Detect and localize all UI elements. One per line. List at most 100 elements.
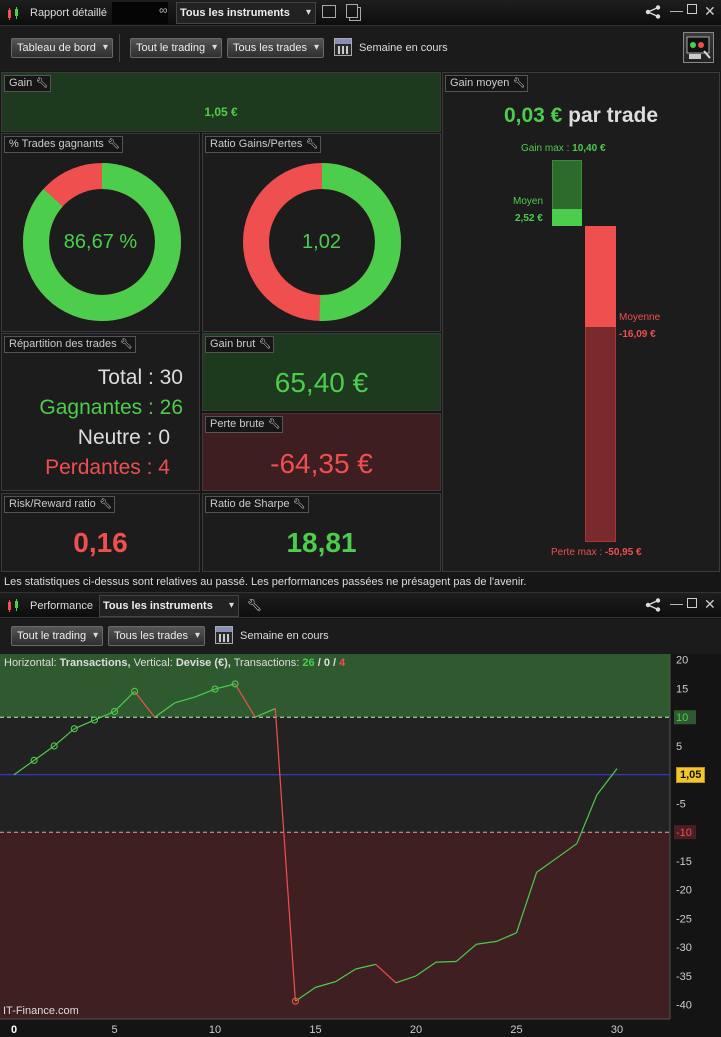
dashboard-dropdown[interactable]: Tableau de bord xyxy=(11,38,113,58)
gross-loss-value: -64,35 € xyxy=(270,448,373,479)
gross-loss-title[interactable]: Perte brute 🔧︎ xyxy=(205,416,284,433)
wrench-icon[interactable]: 🔧︎ xyxy=(247,598,262,612)
share-icon[interactable] xyxy=(645,5,661,22)
current-value-badge: 1,05 xyxy=(676,766,706,783)
link-icon[interactable]: ∞ xyxy=(159,3,168,17)
wrench-icon[interactable]: 🔧︎ xyxy=(36,76,49,91)
chevron-down-icon: ▾ xyxy=(305,7,311,18)
gain-value: 1,05 € xyxy=(204,105,238,119)
wrench-icon[interactable]: 🔧︎ xyxy=(306,137,319,152)
close-icon[interactable]: ✕ xyxy=(704,596,716,613)
trading-dropdown[interactable]: Tout le trading xyxy=(130,38,223,58)
y-ticks: 20 15 10 5 -5 -10 -15 -20 -25 -30 -35 -40 xyxy=(674,655,696,1012)
avg-gain-bar-value: 2,52 € xyxy=(515,213,543,224)
close-icon[interactable]: ✕ xyxy=(704,3,716,20)
legend-h-value: Transactions, xyxy=(59,657,131,669)
distribution-title[interactable]: Répartition des trades 🔧︎ xyxy=(4,336,136,353)
calendar-icon[interactable] xyxy=(215,626,233,644)
max-gain-row: Gain max : 10,40 € xyxy=(521,143,606,154)
bottom-window-titlebar: Performance Tous les instruments ▾ 🔧︎ — … xyxy=(0,592,721,618)
report-settings-icon[interactable] xyxy=(683,32,714,63)
x-tick-label: 20 xyxy=(410,1024,422,1036)
trades-dropdown[interactable]: Tous les trades xyxy=(227,38,324,58)
legend-separator: / xyxy=(314,657,324,669)
x-tick-label: 10 xyxy=(209,1024,221,1036)
y-tick-label: -40 xyxy=(676,1000,692,1012)
wrench-icon[interactable]: 🔧︎ xyxy=(120,337,133,352)
y-tick-label: -25 xyxy=(676,913,692,925)
minimize-icon[interactable]: — xyxy=(670,3,683,18)
avg-loss-bar-fill xyxy=(585,226,616,327)
minimize-icon[interactable]: — xyxy=(670,596,683,611)
y-tick-label: 10 xyxy=(676,712,688,724)
legend-t-label: Transactions: xyxy=(233,657,300,669)
trading-dropdown[interactable]: Tout le trading xyxy=(11,626,104,646)
watermark: IT-Finance.com xyxy=(3,1005,79,1017)
y-tick-label: 5 xyxy=(676,741,682,753)
y-tick-label: 15 xyxy=(676,683,688,695)
sharpe-title[interactable]: Ratio de Sharpe 🔧︎ xyxy=(205,496,309,513)
legend-separator: / xyxy=(329,657,340,669)
win-rate-panel: % Trades gagnants 🔧︎ 86,67 % xyxy=(1,133,200,332)
copy-icon[interactable] xyxy=(346,4,358,18)
maximize-icon[interactable] xyxy=(687,4,697,14)
gain-loss-ratio-title[interactable]: Ratio Gains/Pertes 🔧︎ xyxy=(205,136,322,153)
avg-gain-value: 0,03 € xyxy=(503,104,563,127)
avg-gain-title[interactable]: Gain moyen 🔧︎ xyxy=(445,75,529,92)
distribution-total: Total : 30 xyxy=(97,366,183,389)
sharpe-panel: Ratio de Sharpe 🔧︎ 18,81 xyxy=(202,493,441,572)
gain-loss-ratio-value: 1,02 xyxy=(302,231,341,253)
gross-loss-panel: Perte brute 🔧︎ -64,35 € xyxy=(202,413,441,491)
avg-gain-unit: par trade xyxy=(568,104,659,127)
y-tick-label: -20 xyxy=(676,885,692,897)
x-ticks: 0 5 10 15 20 25 30 xyxy=(11,1024,623,1036)
gain-title[interactable]: Gain 🔧︎ xyxy=(4,75,52,92)
instrument-tab[interactable]: Tous les instruments ▾ xyxy=(176,2,316,24)
window-title: Performance xyxy=(30,600,93,612)
period-label[interactable]: Semaine en cours xyxy=(240,630,329,642)
wrench-icon[interactable]: 🔧︎ xyxy=(293,497,306,512)
legend-win-count: 26 xyxy=(302,657,315,669)
max-loss-row: Perte max : -50,95 € xyxy=(551,547,642,558)
y-tick-label: -30 xyxy=(676,942,692,954)
risk-reward-title[interactable]: Risk/Reward ratio 🔧︎ xyxy=(4,496,115,513)
share-icon[interactable] xyxy=(645,598,661,615)
gross-gain-title[interactable]: Gain brut 🔧︎ xyxy=(205,336,275,353)
calendar-icon[interactable] xyxy=(334,38,352,56)
distribution-neutral: Neutre : 0 xyxy=(77,426,170,449)
new-window-icon[interactable] xyxy=(322,5,336,18)
wrench-icon[interactable]: 🔧︎ xyxy=(259,337,272,352)
x-tick-label: 0 xyxy=(11,1024,17,1036)
max-gain-label: Gain max : xyxy=(521,143,570,154)
avg-gain-panel: Gain moyen 🔧︎ 0,03 € par trade Gain max :… xyxy=(442,72,720,572)
wrench-icon[interactable]: 🔧︎ xyxy=(99,497,112,512)
instrument-tab[interactable]: Tous les instruments ▾ xyxy=(99,595,239,617)
y-tick-label: -35 xyxy=(676,971,692,983)
risk-reward-value: 0,16 xyxy=(73,527,128,558)
win-rate-title[interactable]: % Trades gagnants 🔧︎ xyxy=(4,136,123,153)
instrument-tab-label: Tous les instruments xyxy=(180,7,290,19)
avg-loss-value: -16,09 € xyxy=(619,329,656,340)
max-gain-value: 10,40 € xyxy=(572,143,606,154)
wrench-icon[interactable]: 🔧︎ xyxy=(107,137,120,152)
legend-v-label: Vertical: xyxy=(133,657,173,669)
wrench-icon[interactable]: 🔧︎ xyxy=(513,76,526,91)
period-label[interactable]: Semaine en cours xyxy=(359,42,448,54)
x-tick-label: 30 xyxy=(611,1024,623,1036)
gross-gain-value: 65,40 € xyxy=(274,367,369,398)
legend-h-label: Horizontal: xyxy=(4,657,57,669)
performance-chart[interactable]: 0 5 10 15 20 25 30 20 15 10 5 -5 -10 -15 -20 -25 -30 -35… xyxy=(0,654,721,1037)
x-tick-label: 5 xyxy=(111,1024,117,1036)
max-loss-value: -50,95 € xyxy=(604,547,642,558)
maximize-icon[interactable] xyxy=(687,598,697,608)
loss-zone xyxy=(0,832,670,1019)
top-window-titlebar: Rapport détaillé ∞ Tous les instruments … xyxy=(0,0,721,26)
x-tick-label: 15 xyxy=(309,1024,321,1036)
trades-dropdown[interactable]: Tous les trades xyxy=(108,626,205,646)
wrench-icon[interactable]: 🔧︎ xyxy=(268,417,281,432)
y-tick-label: -10 xyxy=(676,827,692,839)
legend-loss-count: 4 xyxy=(339,657,346,669)
window-title: Rapport détaillé xyxy=(30,7,108,19)
x-tick-label: 25 xyxy=(510,1024,522,1036)
top-toolbar: Tableau de bord Tout le trading Tous les… xyxy=(0,26,721,71)
